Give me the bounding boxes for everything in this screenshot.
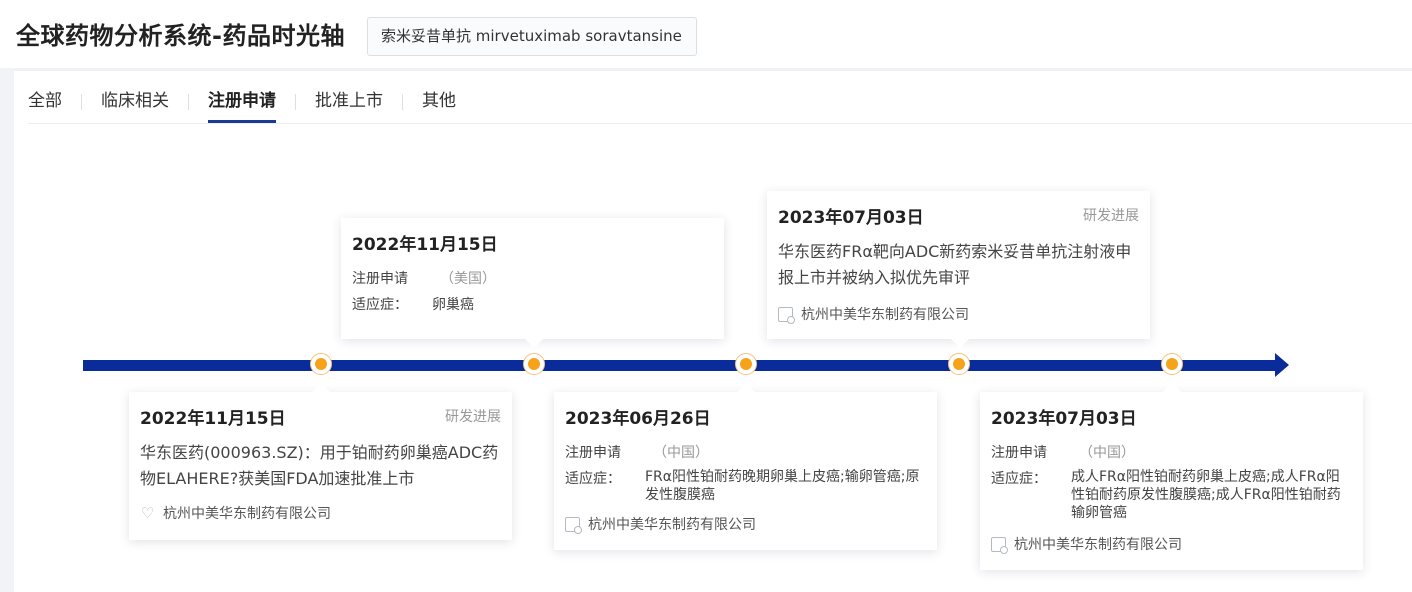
document-icon xyxy=(565,516,582,534)
timeline-node-4[interactable] xyxy=(948,353,970,375)
event-date: 2022年11月15日 xyxy=(352,235,498,255)
indication-key: 适应症： xyxy=(565,471,621,487)
tab-other[interactable]: 其他 xyxy=(422,88,456,123)
indication-row: 适应症： 卵巢癌 xyxy=(352,294,474,314)
company-name: 杭州中美华东制药有限公司 xyxy=(588,517,756,533)
card-pointer xyxy=(737,383,755,392)
event-type-label: 研发进展 xyxy=(445,409,501,425)
card-pointer xyxy=(951,339,969,348)
document-icon xyxy=(778,306,795,324)
heart-icon: ♡ xyxy=(140,503,155,522)
registration-key: 注册申请 xyxy=(352,271,408,287)
registration-key: 注册申请 xyxy=(565,445,621,461)
event-date: 2023年07月03日 xyxy=(778,208,924,228)
filter-tabs: 全部 临床相关 注册申请 批准上市 其他 xyxy=(28,88,1412,124)
event-date: 2022年11月15日 xyxy=(140,409,286,429)
registration-region: （中国） xyxy=(1079,445,1135,461)
event-type-label: 研发进展 xyxy=(1083,208,1139,224)
card-pointer xyxy=(525,339,543,348)
tab-divider xyxy=(188,94,189,110)
registration-row: 注册申请 （中国） xyxy=(991,442,1135,462)
event-company: 杭州中美华东制药有限公司 xyxy=(778,304,969,324)
timeline-axis xyxy=(83,360,1277,371)
registration-row: 注册申请 （美国） xyxy=(352,268,496,288)
indication-row: 适应症： FRα阳性铂耐药晚期卵巢上皮癌;输卵管癌;原发性腹膜癌 xyxy=(565,468,925,504)
timeline-node-3[interactable] xyxy=(735,353,757,375)
registration-region: （美国） xyxy=(440,271,496,287)
event-card-5[interactable]: 2023年07月03日 注册申请 （中国） 适应症： 成人FRα阳性铂耐药卵巢上皮癌… xyxy=(980,383,1363,570)
registration-region: （中国） xyxy=(653,445,709,461)
event-card-1[interactable]: 2022年11月15日 研发进展 华东医药(000963.SZ)：用于铂耐药卵巢… xyxy=(129,383,512,540)
indication-value: FRα阳性铂耐药晚期卵巢上皮癌;输卵管癌;原发性腹膜癌 xyxy=(645,469,920,503)
event-date: 2023年07月03日 xyxy=(991,409,1137,429)
event-description: 华东医药(000963.SZ)：用于铂耐药卵巢癌ADC药物ELAHERE?获美国… xyxy=(140,443,499,488)
registration-row: 注册申请 （中国） xyxy=(565,442,709,462)
document-icon xyxy=(991,536,1008,554)
company-name: 杭州中美华东制药有限公司 xyxy=(801,307,969,323)
company-name: 杭州中美华东制药有限公司 xyxy=(163,506,331,522)
indication-key: 适应症： xyxy=(991,471,1047,487)
tab-clinical[interactable]: 临床相关 xyxy=(101,88,169,123)
event-company: 杭州中美华东制药有限公司 xyxy=(991,534,1182,554)
event-company: ♡ 杭州中美华东制药有限公司 xyxy=(140,503,331,523)
app-title: 全球药物分析系统-药品时光轴 xyxy=(16,22,345,50)
timeline-node-1[interactable] xyxy=(310,353,332,375)
timeline-arrow-icon xyxy=(1275,353,1289,377)
event-description: 华东医药FRα靶向ADC新药索米妥昔单抗注射液申报上市并被纳入拟优先审评 xyxy=(778,242,1132,287)
tab-divider xyxy=(81,94,82,110)
tab-approval[interactable]: 批准上市 xyxy=(315,88,383,123)
card-pointer xyxy=(312,383,330,392)
event-card-4[interactable]: 2023年07月03日 研发进展 华东医药FRα靶向ADC新药索米妥昔单抗注射液… xyxy=(767,191,1150,348)
timeline-node-2[interactable] xyxy=(523,353,545,375)
event-company: 杭州中美华东制药有限公司 xyxy=(565,514,756,534)
indication-key: 适应症： xyxy=(352,297,408,313)
event-card-2[interactable]: 2022年11月15日 注册申请 （美国） 适应症： 卵巢癌 xyxy=(341,218,724,348)
indication-value: 卵巢癌 xyxy=(432,297,474,313)
tab-all[interactable]: 全部 xyxy=(28,88,62,123)
registration-key: 注册申请 xyxy=(991,445,1047,461)
event-date: 2023年06月26日 xyxy=(565,409,711,429)
tab-divider xyxy=(402,94,403,110)
page-header: 全球药物分析系统-药品时光轴 索米妥昔单抗 mirvetuximab sorav… xyxy=(0,0,1412,70)
tab-divider xyxy=(295,94,296,110)
card-pointer xyxy=(1163,383,1181,392)
tab-registration[interactable]: 注册申请 xyxy=(208,88,276,123)
timeline-node-5[interactable] xyxy=(1161,353,1183,375)
event-card-3[interactable]: 2023年06月26日 注册申请 （中国） 适应症： FRα阳性铂耐药晚期卵巢上皮癌… xyxy=(554,383,937,550)
company-name: 杭州中美华东制药有限公司 xyxy=(1014,537,1182,553)
drug-name-tag[interactable]: 索米妥昔单抗 mirvetuximab soravtansine xyxy=(367,17,697,56)
indication-row: 适应症： 成人FRα阳性铂耐药卵巢上皮癌;成人FRα阳性铂耐药原发性腹膜癌;成人F… xyxy=(991,468,1351,522)
indication-value: 成人FRα阳性铂耐药卵巢上皮癌;成人FRα阳性铂耐药原发性腹膜癌;成人FRα阳性… xyxy=(1071,469,1341,521)
